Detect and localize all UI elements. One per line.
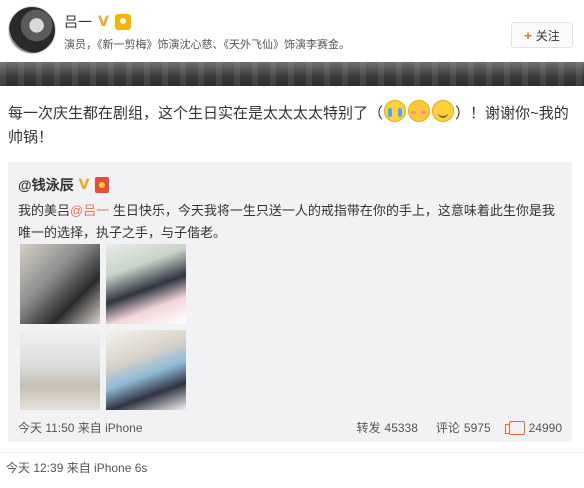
repost-card: @钱泳辰 V 我的美吕@吕一 生日快乐，今天我将一生只送一人的戒指带在你的手上，… <box>8 162 572 442</box>
post-time[interactable]: 今天 12:39 来自 iPhone 6s <box>6 459 147 476</box>
photo-1[interactable] <box>20 244 100 324</box>
avatar[interactable] <box>8 6 56 54</box>
verified-badge: V <box>98 14 109 30</box>
cover-image <box>0 62 584 86</box>
like-count: 24990 <box>528 420 562 435</box>
repost-user-link[interactable]: @钱泳辰 <box>18 175 74 195</box>
smile-emoji-icon <box>432 100 455 122</box>
shy-emoji-icon <box>408 100 431 122</box>
comment-label: 评论 <box>435 421 460 435</box>
comment-count: 5975 <box>463 420 491 435</box>
mention-link[interactable]: @吕一 <box>70 203 109 218</box>
cry-emoji-icon <box>384 100 407 122</box>
photo-3[interactable] <box>20 330 100 410</box>
repost-footer: 今天 11:50 来自 iPhone 转发 45338 评论 5975 2499… <box>18 417 566 437</box>
repost-text-part-1: 我的美吕 <box>18 203 71 218</box>
divider <box>0 452 584 453</box>
comment-count-button[interactable]: 评论 5975 <box>436 419 491 436</box>
photo-4[interactable] <box>106 330 186 410</box>
photo-grid <box>20 244 190 410</box>
plus-icon: + <box>524 27 532 43</box>
name-row: 吕一 V <box>64 12 131 32</box>
user-name[interactable]: 吕一 <box>64 12 92 32</box>
red-packet-icon <box>94 177 109 193</box>
repost-verified-badge: V <box>78 177 90 193</box>
user-description: 演员，《新一剪梅》饰演沈心慈、《天外飞仙》饰演李赛金。 <box>64 39 350 51</box>
thumbs-up-icon <box>504 420 525 435</box>
medal-icon <box>114 14 131 30</box>
repost-user-row: @钱泳辰 V <box>18 175 109 195</box>
follow-button[interactable]: + 关注 <box>511 22 573 48</box>
repost-time[interactable]: 今天 11:50 来自 iPhone <box>18 419 143 436</box>
post-text: 每一次庆生都在剧组，这个生日实在是太太太太特别了（ ）！谢谢你~我的帅锅！ <box>8 100 574 150</box>
repost-stats: 转发 45338 评论 5975 24990 <box>357 419 562 436</box>
repost-label: 转发 <box>356 421 381 435</box>
post-text-part-1: 每一次庆生都在剧组，这个生日实在是太太太太特别了（ <box>8 105 384 122</box>
photo-2[interactable] <box>106 244 186 324</box>
repost-text: 我的美吕@吕一 生日快乐，今天我将一生只送一人的戒指带在你的手上，这意味着此生你… <box>18 200 566 244</box>
like-button[interactable]: 24990 <box>504 420 562 435</box>
follow-button-label: 关注 <box>535 28 560 43</box>
repost-count-button[interactable]: 转发 45338 <box>357 419 418 436</box>
repost-count: 45338 <box>384 420 418 435</box>
